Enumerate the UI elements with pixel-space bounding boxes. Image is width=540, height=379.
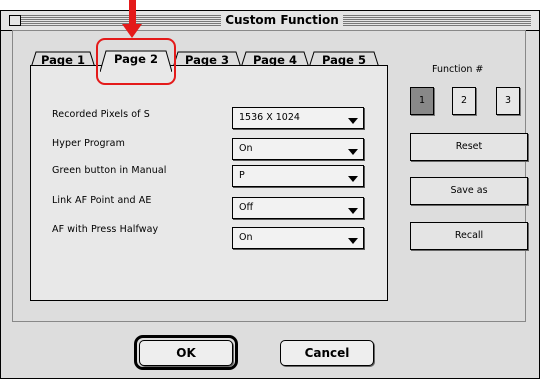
function-button-2[interactable]: 2 [452, 87, 476, 115]
ok-button[interactable]: OK [139, 340, 233, 366]
field-label-af-press-halfway: AF with Press Halfway [52, 224, 159, 235]
function-number-label: Function # [432, 64, 484, 75]
recall-button[interactable]: Recall [410, 222, 528, 250]
field-label-link-af-point: Link AF Point and AE [52, 195, 152, 206]
select-hyper-program[interactable]: On [232, 138, 364, 160]
select-value: On [239, 232, 253, 243]
select-green-button[interactable]: P [232, 165, 364, 187]
save-as-button[interactable]: Save as [410, 177, 528, 205]
title-bar-stripes-right [343, 15, 531, 26]
select-recorded-pixels[interactable]: 1536 X 1024 [232, 107, 364, 129]
select-value: P [239, 170, 245, 181]
field-label-green-button: Green button in Manual [52, 165, 167, 176]
select-link-af-point[interactable]: Off [232, 197, 364, 219]
reset-button[interactable]: Reset [410, 133, 528, 161]
annotation-arrow-shaft [129, 0, 136, 26]
field-label-recorded-pixels: Recorded Pixels of S [52, 109, 150, 120]
annotation-highlight-box [96, 38, 176, 85]
dropdown-arrow-icon [348, 149, 358, 155]
dropdown-arrow-icon [348, 176, 358, 182]
title-bar-stripes-left [9, 15, 221, 26]
select-value: 1536 X 1024 [239, 112, 300, 123]
title-bar[interactable]: Custom Function [1, 11, 539, 31]
window-title: Custom Function [221, 13, 343, 27]
dropdown-arrow-icon [348, 118, 358, 124]
function-button-1[interactable]: 1 [410, 87, 434, 115]
cancel-button[interactable]: Cancel [280, 340, 374, 366]
annotation-arrow-head-icon [122, 24, 142, 38]
field-label-hyper-program: Hyper Program [52, 138, 125, 149]
close-box-icon[interactable] [9, 15, 21, 26]
select-value: Off [239, 202, 254, 213]
dropdown-arrow-icon [348, 208, 358, 214]
select-value: On [239, 143, 253, 154]
select-af-press-halfway[interactable]: On [232, 227, 364, 249]
function-button-3[interactable]: 3 [496, 87, 520, 115]
dropdown-arrow-icon [348, 238, 358, 244]
